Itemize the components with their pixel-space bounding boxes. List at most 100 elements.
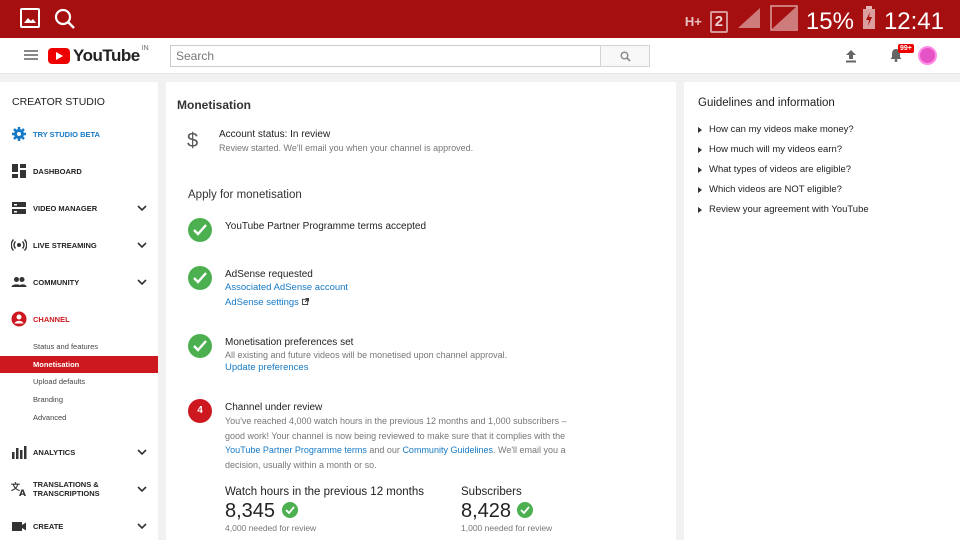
search-input[interactable] [170,45,601,67]
sidebar-item-label: TRY STUDIO BETA [33,129,100,139]
chevron-down-icon[interactable] [137,278,147,286]
youtube-header: YouTube IN 99+ [0,38,960,74]
sidebar-subitem-label: Status and features [33,342,99,351]
step-adsense-requested: AdSense requested [225,269,313,280]
status-bar: H+ 2 15% 12:41 [0,0,960,38]
sidebar-subitem-branding[interactable]: Branding [0,391,158,408]
sidebar-item-label: TRANSLATIONS & TRANSCRIPTIONS [33,480,100,498]
community-guidelines-link[interactable]: Community Guidelines [402,445,493,455]
update-preferences-link[interactable]: Update preferences [225,362,308,373]
gear-icon [12,127,26,141]
guideline-link[interactable]: What types of videos are eligible? [698,164,851,175]
guideline-label: What types of videos are eligible? [709,164,852,175]
caret-right-icon [698,146,702,153]
guideline-link[interactable]: How much will my videos earn? [698,144,842,155]
sidebar-item-live-streaming[interactable]: LIVE STREAMING [0,233,158,257]
step-number-badge: 4 [188,399,212,423]
sidebar-subitem-advanced[interactable]: Advanced [0,409,158,426]
sidebar-item-label: LIVE STREAMING [33,240,97,250]
check-icon [188,266,212,290]
partner-programme-terms-link[interactable]: YouTube Partner Programme terms [225,445,367,455]
review-text-part: and our [366,445,403,455]
sidebar-item-community[interactable]: COMMUNITY [0,270,158,294]
notification-badge: 99+ [898,44,914,53]
sidebar-item-label: ANALYTICS [33,447,76,457]
check-icon [517,502,533,518]
guideline-link[interactable]: Which videos are NOT eligible? [698,184,842,195]
sidebar-item-dashboard[interactable]: DASHBOARD [0,159,158,183]
adsense-settings-link[interactable]: AdSense settings [225,297,309,308]
apply-section-title: Apply for monetisation [188,189,302,201]
signal-icon-2 [770,5,798,38]
chevron-down-icon[interactable] [137,448,147,456]
youtube-play-icon [48,48,70,64]
chevron-down-icon[interactable] [137,241,147,249]
chevron-down-icon[interactable] [137,522,147,530]
sidebar-subitem-monetisation[interactable]: Monetisation [0,356,158,373]
associated-adsense-link[interactable]: Associated AdSense account [225,282,348,293]
guideline-label: Which videos are NOT eligible? [709,184,842,195]
sidebar-item-label: COMMUNITY [33,277,80,287]
monetisation-panel: Monetisation $ Account status: In review… [166,82,676,540]
review-text-part: You've reached 4,000 watch hours in the … [225,416,567,441]
youtube-logo[interactable]: YouTube IN [48,44,149,66]
watch-hours-requirement: 4,000 needed for review [225,523,317,533]
translate-icon: 文A [11,481,26,497]
gallery-icon [20,8,40,35]
subscribers-value: 8,428 [461,500,512,522]
guideline-link[interactable]: How can my videos make money? [698,124,854,135]
signal-icon [736,6,762,37]
caret-right-icon [698,126,702,133]
check-icon [188,334,212,358]
sidebar-item-analytics[interactable]: ANALYTICS [0,440,158,464]
svg-text:A: A [19,489,26,497]
sidebar-item-channel[interactable]: CHANNEL [0,307,158,331]
sidebar-subitem-label: Upload defaults [33,377,86,386]
sidebar-item-try-studio-beta[interactable]: TRY STUDIO BETA [0,122,158,146]
menu-icon[interactable] [24,50,38,60]
step-preferences-set: Monetisation preferences set [225,337,354,348]
sidebar-item-video-manager[interactable]: VIDEO MANAGER [0,196,158,220]
guideline-link[interactable]: Review your agreement with YouTube [698,204,869,215]
adsense-settings-label: AdSense settings [225,297,299,308]
sidebar-item-label: CHANNEL [33,314,70,324]
account-status-detail: Review started. We'll email you when you… [219,143,474,153]
dashboard-icon [12,164,26,178]
sidebar-item-label: VIDEO MANAGER [33,203,98,213]
guideline-label: How can my videos make money? [709,124,854,135]
search-icon [54,8,76,35]
sidebar-subitem-status-and-features[interactable]: Status and features [0,338,158,355]
guidelines-title: Guidelines and information [698,97,835,109]
upload-icon[interactable] [843,48,859,64]
sidebar-item-label: CREATE [33,521,64,531]
sidebar-subitem-label: Monetisation [33,360,80,369]
live-icon [11,239,27,251]
search-icon [620,51,631,62]
people-icon [11,277,27,287]
subscribers-requirement: 1,000 needed for review [461,523,553,533]
external-link-icon [301,298,309,305]
account-icon [11,311,27,327]
sidebar-item-translations[interactable]: 文A TRANSLATIONS & TRANSCRIPTIONS [0,477,158,501]
step-terms-accepted: YouTube Partner Programme terms accepted [225,221,427,232]
clock: 12:41 [883,7,944,35]
creator-studio-sidebar: CREATOR STUDIO TRY STUDIO BETA DASHBOARD… [0,82,158,540]
country-code: IN [141,44,149,52]
camera-icon [12,522,26,531]
watch-hours-value: 8,345 [225,500,276,522]
step-preferences-detail: All existing and future videos will be m… [225,350,508,360]
bar-chart-icon [12,446,27,459]
avatar[interactable] [918,46,937,65]
battery-percent: 15% [805,7,854,35]
review-description: You've reached 4,000 watch hours in the … [225,414,585,472]
video-manager-icon [12,202,26,214]
sidebar-subitem-upload-defaults[interactable]: Upload defaults [0,373,158,390]
search-button[interactable] [600,45,650,67]
sidebar-item-create[interactable]: CREATE [0,514,158,538]
caret-right-icon [698,186,702,193]
chevron-down-icon[interactable] [137,204,147,212]
chevron-down-icon[interactable] [137,485,147,493]
guideline-label: How much will my videos earn? [709,144,843,155]
guideline-label: Review your agreement with YouTube [709,204,869,215]
account-status: Account status: In review [219,129,331,140]
